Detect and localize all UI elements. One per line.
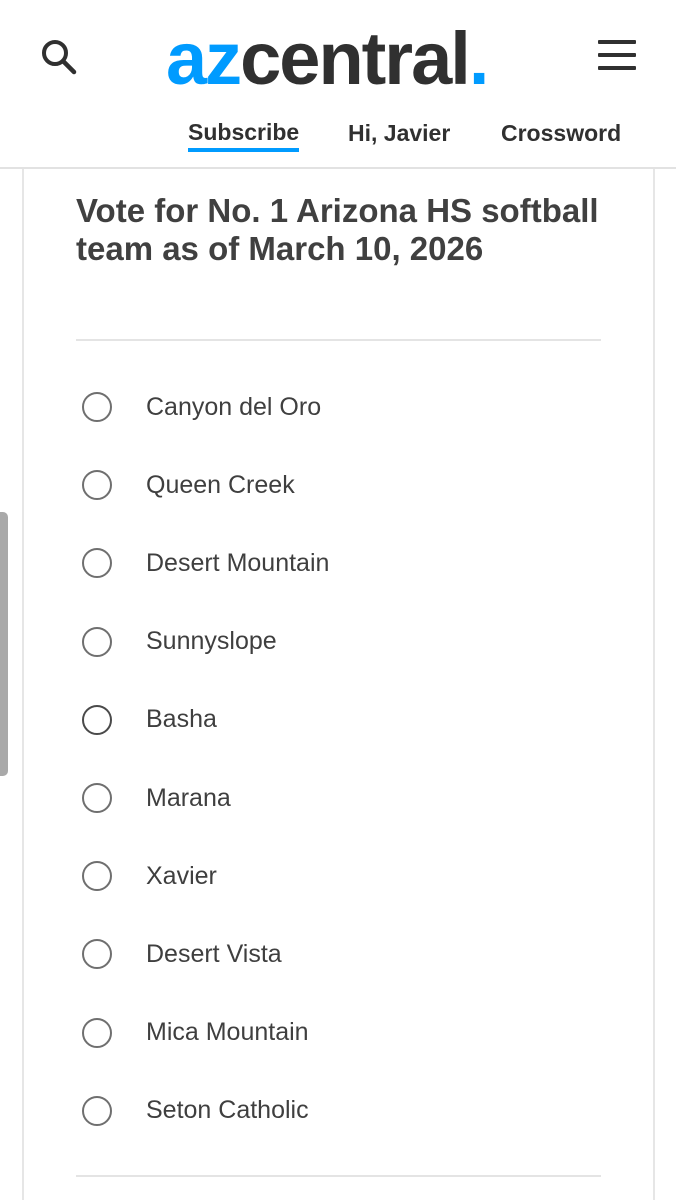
user-greeting-link[interactable]: Hi, Javier — [348, 117, 450, 149]
poll-option-seton-catholic[interactable]: Seton Catholic — [82, 1072, 602, 1150]
menu-button[interactable] — [596, 38, 638, 74]
poll-divider-bottom — [76, 1175, 601, 1177]
radio-button[interactable] — [82, 861, 112, 892]
radio-button[interactable] — [82, 1017, 112, 1048]
poll-option-label: Canyon del Oro — [146, 392, 322, 421]
poll-option-label: Desert Mountain — [146, 548, 330, 577]
radio-button[interactable] — [82, 626, 112, 657]
poll-option-marana[interactable]: Marana — [82, 759, 602, 837]
poll-option-canyon-del-oro[interactable]: Canyon del Oro — [82, 368, 602, 446]
crossword-link[interactable]: Crossword — [501, 117, 621, 149]
poll-option-label: Basha — [146, 705, 217, 734]
radio-button[interactable] — [82, 704, 112, 735]
page: azcentral. Subscribe Hi, Javier Crosswor… — [0, 0, 676, 1200]
logo-dot: . — [468, 17, 490, 100]
azcentral-logo[interactable]: azcentral. — [166, 14, 490, 104]
subscribe-link[interactable]: Subscribe — [188, 118, 300, 152]
poll-option-label: Sunnyslope — [146, 627, 277, 656]
radio-button[interactable] — [82, 470, 112, 501]
poll-option-label: Seton Catholic — [146, 1096, 309, 1125]
poll-option-basha[interactable]: Basha — [82, 681, 602, 759]
radio-button[interactable] — [82, 783, 112, 814]
search-icon — [42, 40, 77, 75]
radio-button[interactable] — [82, 548, 112, 579]
scrollbar-thumb[interactable] — [0, 512, 8, 776]
radio-button[interactable] — [82, 392, 112, 423]
poll-option-label: Mica Mountain — [146, 1018, 309, 1047]
poll-divider-top — [76, 339, 601, 341]
poll-option-desert-mountain[interactable]: Desert Mountain — [82, 524, 602, 602]
logo-az-text: az — [166, 17, 242, 100]
logo-central-text: central — [240, 17, 471, 100]
radio-button[interactable] — [82, 1095, 112, 1126]
poll-option-label: Marana — [146, 783, 231, 812]
search-button[interactable] — [38, 36, 82, 80]
site-header: azcentral. Subscribe Hi, Javier Crosswor… — [0, 0, 676, 169]
poll-option-xavier[interactable]: Xavier — [82, 837, 602, 915]
poll-option-sunnyslope[interactable]: Sunnyslope — [82, 603, 602, 681]
poll-option-desert-vista[interactable]: Desert Vista — [82, 915, 602, 993]
poll-option-mica-mountain[interactable]: Mica Mountain — [82, 994, 602, 1072]
poll-options-list: Canyon del Oro Queen Creek Desert Mounta… — [82, 368, 602, 1150]
poll-option-queen-creek[interactable]: Queen Creek — [82, 446, 602, 524]
poll-title: Vote for No. 1 Arizona HS softball team … — [76, 192, 599, 267]
radio-button[interactable] — [82, 939, 112, 970]
poll-option-label: Desert Vista — [146, 939, 282, 968]
poll-option-label: Xavier — [146, 861, 217, 890]
poll-option-label: Queen Creek — [146, 470, 295, 499]
